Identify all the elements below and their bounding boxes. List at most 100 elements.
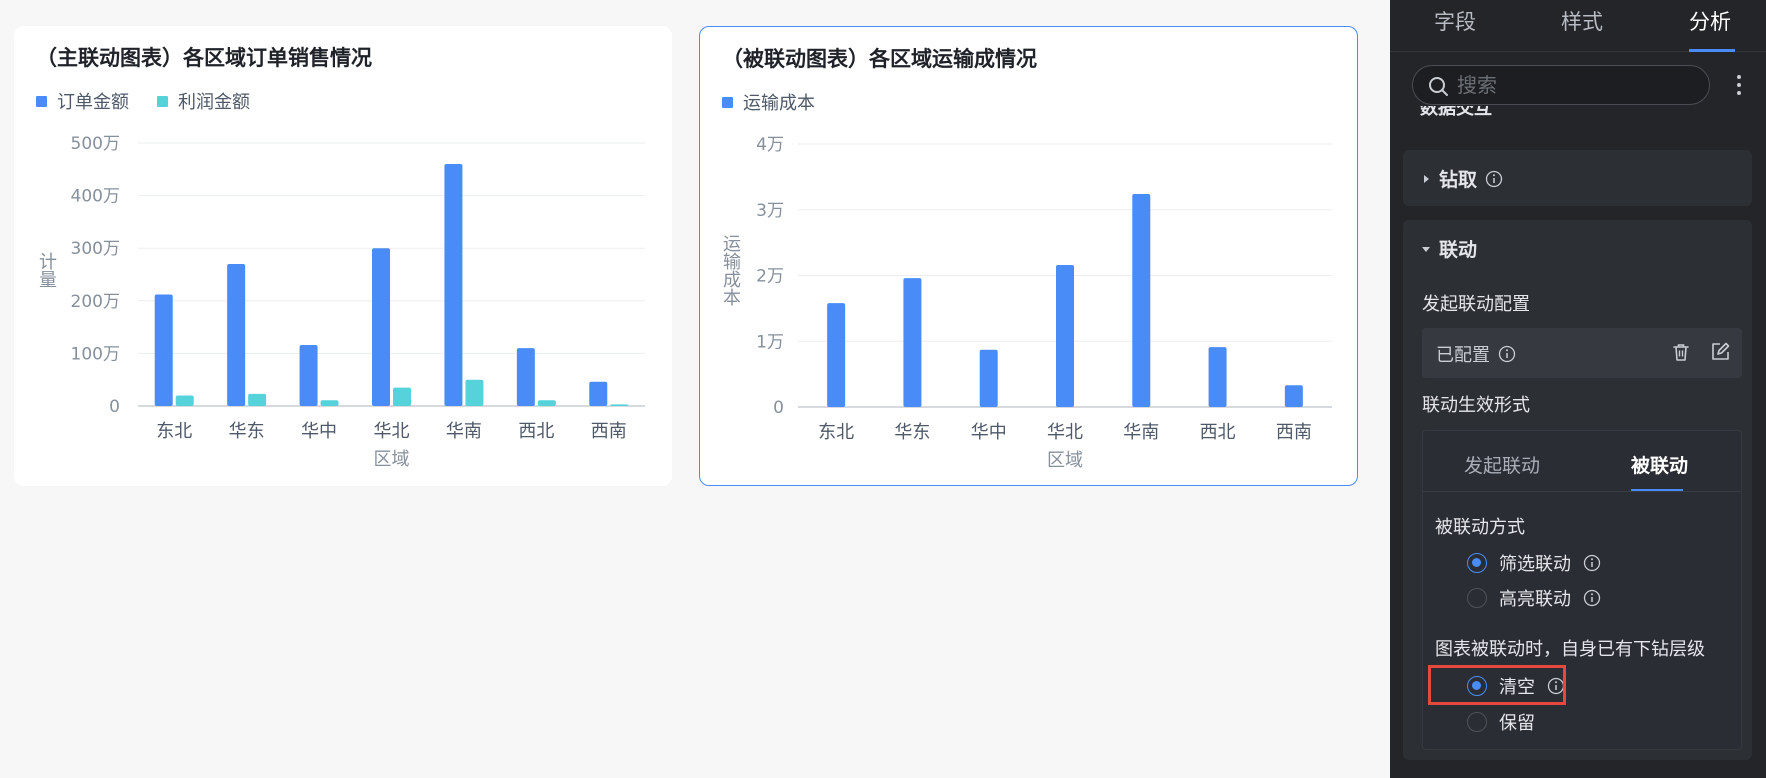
tab-being-linked[interactable]: 被联动	[1631, 451, 1688, 478]
tab-analysis[interactable]: 分析	[1689, 6, 1731, 36]
active-tab-indicator	[1689, 49, 1735, 52]
bar-0-6	[589, 381, 608, 406]
tab-fields[interactable]: 字段	[1434, 6, 1476, 36]
x-tick-label: 华中	[301, 421, 337, 442]
tab-initiate-linkage[interactable]: 发起联动	[1464, 451, 1540, 478]
bar-0-5	[516, 348, 535, 406]
radio-button-unchecked[interactable]	[1467, 712, 1487, 732]
x-tick-label: 华北	[374, 421, 410, 442]
bar-0-0	[827, 303, 846, 407]
config-panel: 字段 样式 分析 数据交互 钻取	[1390, 0, 1766, 778]
linkage-method-label: 被联动方式	[1435, 517, 1525, 538]
more-vertical-icon[interactable]	[1730, 72, 1748, 98]
main-chart-card[interactable]: （主联动图表）各区域订单销售情况 订单金额 利润金额 0 100万 200万 300万…	[14, 26, 672, 486]
caret-down-icon	[1422, 246, 1430, 252]
x-axis-label: 区域	[1047, 450, 1083, 471]
search-input[interactable]	[1457, 70, 1697, 100]
bar-1-1	[248, 393, 267, 406]
radio-keep[interactable]: 保留	[1467, 709, 1535, 735]
bar-1-3	[393, 387, 411, 406]
config-status-text: 已配置	[1436, 345, 1490, 366]
y-tick-label: 3万	[756, 201, 784, 221]
bar-0-1	[903, 278, 922, 407]
tab-style[interactable]: 样式	[1561, 6, 1603, 36]
radio-filter-linkage[interactable]: 筛选联动	[1467, 550, 1601, 576]
info-icon[interactable]	[1485, 170, 1503, 188]
bar-0-2	[979, 349, 998, 407]
bar-1-2	[320, 400, 339, 406]
edit-icon[interactable]	[1709, 341, 1731, 363]
annotation-highlight-box	[1428, 665, 1566, 705]
linked-bar-chart: 0 1万 2万 3万 4万东北 华东 华中 华北 华南 西北 西南区域 运输成本	[723, 135, 1332, 471]
y-tick-label: 0	[773, 398, 784, 418]
info-icon[interactable]	[1583, 554, 1601, 572]
bar-0-6	[1284, 385, 1303, 407]
caret-right-icon	[1424, 174, 1429, 183]
linkage-section: 联动 发起联动配置 已配置 联动生效形式 发起联动 被联动 被联动方式 筛选联动…	[1403, 220, 1752, 760]
search-box[interactable]	[1412, 65, 1710, 105]
radio-button-checked[interactable]	[1467, 553, 1487, 573]
main-bar-chart: 0 100万 200万 300万 400万 500万东北 华东 华中 华北 华南 西北 西南区域 计量	[39, 134, 645, 470]
radio-label-filter: 筛选联动	[1499, 554, 1571, 575]
radio-highlight-linkage[interactable]: 高亮联动	[1467, 585, 1601, 611]
x-tick-label: 华北	[1047, 422, 1083, 443]
info-icon[interactable]	[1583, 589, 1601, 607]
panel-tabbar: 字段 样式 分析	[1390, 0, 1766, 52]
radio-button-unchecked[interactable]	[1467, 588, 1487, 608]
data-interaction-header[interactable]: 数据交互	[1420, 106, 1740, 122]
x-tick-label: 西北	[518, 421, 554, 442]
radio-label-highlight: 高亮联动	[1499, 589, 1571, 610]
y-tick-label: 100万	[71, 344, 120, 364]
bar-1-0	[175, 395, 194, 406]
search-icon	[1429, 77, 1448, 96]
bar-0-0	[154, 294, 173, 406]
info-icon[interactable]	[1498, 345, 1516, 363]
linkage-label: 联动	[1439, 239, 1478, 261]
y-axis-label: 运输成本	[723, 234, 741, 309]
y-tick-label: 1万	[756, 332, 784, 352]
x-tick-label: 西南	[1276, 422, 1312, 443]
bar-1-6	[610, 404, 629, 406]
x-tick-label: 华南	[446, 421, 482, 442]
radio-label-keep: 保留	[1499, 713, 1535, 734]
y-tick-label: 300万	[71, 239, 120, 259]
y-tick-label: 500万	[71, 134, 120, 154]
x-tick-label: 东北	[818, 422, 854, 443]
y-tick-label: 400万	[71, 187, 120, 207]
linkage-header[interactable]: 联动	[1421, 235, 1477, 262]
drill-header[interactable]: 钻取	[1421, 165, 1503, 192]
x-axis-label: 区域	[374, 449, 410, 470]
drill-section[interactable]: 钻取	[1403, 150, 1752, 206]
initiate-config-label: 发起联动配置	[1422, 294, 1530, 315]
mode-divider	[1423, 491, 1741, 492]
trash-icon[interactable]	[1670, 341, 1692, 363]
drill-label: 钻取	[1439, 169, 1478, 191]
bar-0-4	[1132, 193, 1151, 407]
y-axis-label: 计量	[39, 252, 57, 291]
x-tick-label: 华东	[894, 422, 930, 443]
x-tick-label: 西北	[1200, 422, 1236, 443]
x-tick-label: 东北	[156, 421, 192, 442]
data-interaction-label: 数据交互	[1420, 106, 1492, 119]
drill-level-label: 图表被联动时，自身已有下钻层级	[1435, 639, 1705, 660]
bar-0-5	[1208, 347, 1227, 407]
linked-chart-card[interactable]: （被联动图表）各区域运输成情况 运输成本 0 1万 2万 3万 4万 东北 华东 华中 华北 华南…	[699, 26, 1358, 486]
x-tick-label: 华中	[971, 422, 1007, 443]
bar-0-1	[227, 263, 246, 406]
bar-1-4	[465, 379, 484, 406]
y-tick-label: 4万	[756, 135, 784, 155]
bar-1-5	[537, 400, 556, 406]
effect-form-label: 联动生效形式	[1422, 395, 1530, 416]
x-tick-label: 西南	[591, 421, 627, 442]
y-tick-label: 0	[109, 397, 120, 417]
bar-0-3	[372, 248, 390, 406]
bar-0-4	[444, 164, 463, 406]
y-tick-label: 2万	[756, 267, 784, 287]
bar-0-2	[299, 344, 318, 406]
bar-0-3	[1056, 264, 1074, 407]
config-status: 已配置	[1436, 341, 1516, 367]
x-tick-label: 华东	[229, 421, 265, 442]
y-tick-label: 200万	[71, 292, 120, 312]
config-status-box: 已配置	[1422, 328, 1742, 378]
x-tick-label: 华南	[1123, 422, 1159, 443]
